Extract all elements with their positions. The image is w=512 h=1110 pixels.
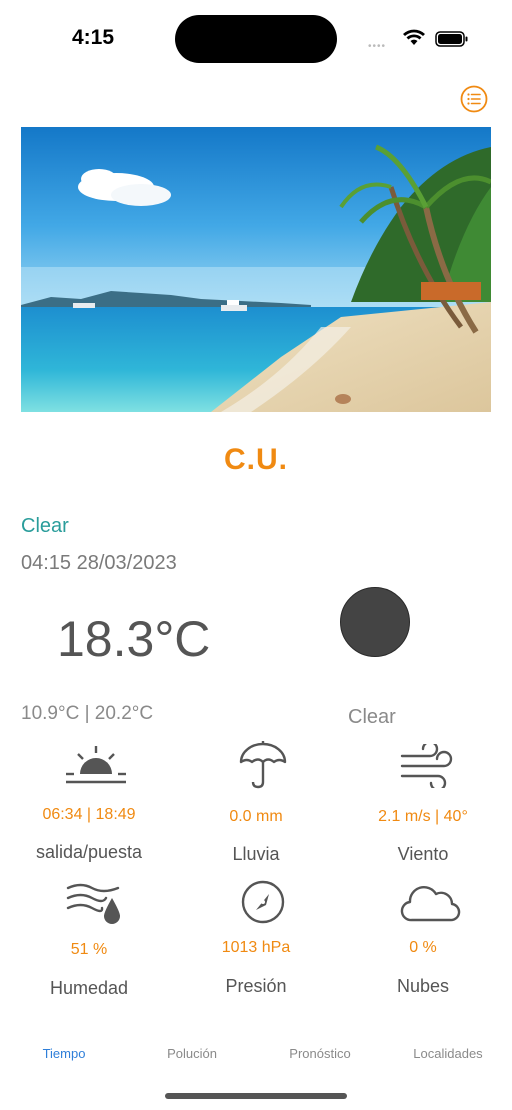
humidity-value: 51 % xyxy=(70,941,108,958)
umbrella-icon xyxy=(239,741,287,789)
rain-value: 0.0 mm xyxy=(229,808,283,825)
menu-list-icon[interactable] xyxy=(460,85,488,113)
status-time: 4:15 xyxy=(72,26,115,49)
humidity-icon xyxy=(66,883,120,924)
rain-label: Lluvia xyxy=(232,844,280,864)
current-datetime: 04:15 28/03/2023 xyxy=(21,552,177,574)
wind-icon xyxy=(400,744,453,788)
sun-times-label: salida/puesta xyxy=(35,842,143,862)
dynamic-island xyxy=(175,15,337,63)
hero-weather-image xyxy=(21,127,491,412)
battery-icon xyxy=(435,31,468,47)
cellular-signal-icon: •••• xyxy=(368,41,387,52)
min-max-temperature: 10.9°C | 20.2°C xyxy=(21,703,154,724)
tab-polucion[interactable]: Polución xyxy=(128,1046,256,1061)
cloud-icon xyxy=(400,886,461,922)
humidity-label: Humedad xyxy=(49,978,129,998)
pressure-value: 1013 hPa xyxy=(221,939,291,956)
tab-bar: Tiempo Polución Pronóstico Localidades xyxy=(0,1046,512,1068)
home-indicator[interactable] xyxy=(165,1093,347,1099)
current-condition: Clear xyxy=(21,515,69,537)
pressure-label: Presión xyxy=(225,976,287,996)
wifi-icon xyxy=(403,29,425,45)
status-bar: 4:15 •••• xyxy=(0,0,512,80)
location-name: C.U. xyxy=(224,443,288,476)
tab-pronostico[interactable]: Pronóstico xyxy=(256,1046,384,1061)
sunrise-icon xyxy=(66,746,126,784)
tab-tiempo[interactable]: Tiempo xyxy=(0,1046,128,1061)
pressure-gauge-icon xyxy=(241,880,285,924)
wind-label: Viento xyxy=(397,844,449,864)
tab-localidades[interactable]: Localidades xyxy=(384,1046,512,1061)
current-temperature: 18.3°C xyxy=(57,611,211,667)
weather-condition-icon xyxy=(340,587,410,657)
condition-label: Clear xyxy=(348,706,396,728)
clouds-label: Nubes xyxy=(396,976,450,996)
wind-value: 2.1 m/s | 40° xyxy=(378,808,468,825)
sun-times-value: 06:34 | 18:49 xyxy=(42,806,136,823)
clouds-value: 0 % xyxy=(409,939,437,956)
